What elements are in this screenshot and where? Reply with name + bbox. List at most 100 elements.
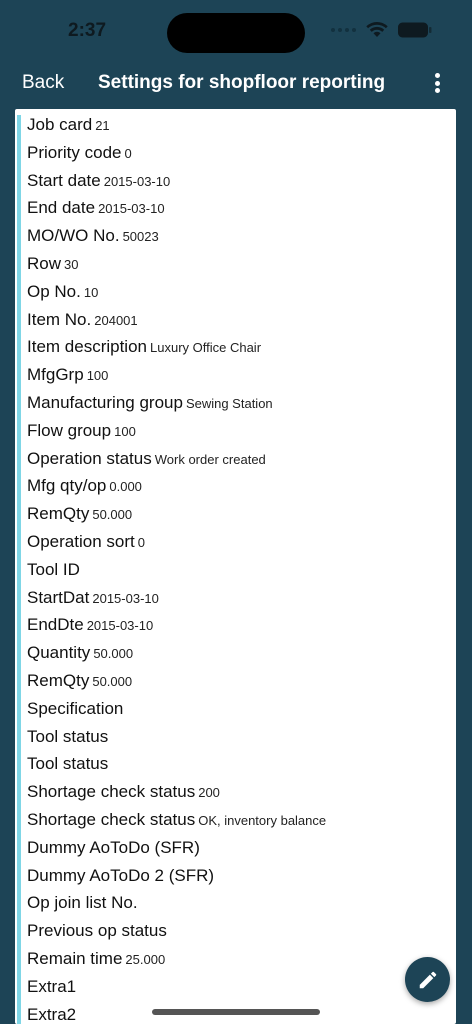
nav-bar: Back Settings for shopfloor reporting bbox=[0, 62, 472, 108]
field-row: Start date 2015-03-10 bbox=[27, 167, 452, 195]
field-label: RemQty bbox=[27, 670, 90, 690]
field-row: Flow group 100 bbox=[27, 417, 452, 445]
battery-icon bbox=[398, 22, 432, 38]
edit-fab-button[interactable] bbox=[405, 957, 450, 1002]
field-label: Op No. bbox=[27, 281, 81, 301]
field-value: 0.000 bbox=[109, 479, 142, 495]
field-row: Extra1 bbox=[27, 973, 452, 1001]
field-value: 0 bbox=[137, 534, 145, 550]
field-row: MO/WO No. 50023 bbox=[27, 222, 452, 250]
field-value: 2015-03-10 bbox=[86, 618, 154, 634]
field-list: Job card 21 Priority code 0 Start date 2015-0… bbox=[27, 111, 452, 1024]
wifi-icon bbox=[366, 22, 388, 37]
field-label: Tool ID bbox=[27, 559, 80, 579]
more-vertical-icon[interactable] bbox=[426, 70, 448, 96]
field-value: 50.000 bbox=[92, 673, 133, 689]
field-label: Tool status bbox=[27, 726, 109, 746]
field-label: Manufacturing group bbox=[27, 392, 183, 412]
field-value: OK, inventory balance bbox=[198, 812, 327, 828]
settings-card: Job card 21 Priority code 0 Start date 2015-0… bbox=[15, 109, 456, 1024]
home-indicator bbox=[152, 1009, 320, 1015]
field-value: 50.000 bbox=[93, 646, 134, 662]
field-row: Operation sort 0 bbox=[27, 528, 452, 556]
field-row: Dummy AoToDo (SFR) bbox=[27, 834, 452, 862]
accent-bar bbox=[17, 115, 21, 1024]
cellular-signal-icon bbox=[331, 28, 356, 32]
field-row: Dummy AoToDo 2 (SFR) bbox=[27, 862, 452, 890]
back-button[interactable]: Back bbox=[22, 72, 64, 94]
field-value: 2015-03-10 bbox=[103, 173, 171, 189]
dynamic-island bbox=[167, 13, 305, 53]
field-value: 0 bbox=[124, 145, 132, 161]
field-value: Luxury Office Chair bbox=[150, 340, 262, 356]
field-label: Op join list No. bbox=[27, 893, 138, 913]
page-title: Settings for shopfloor reporting bbox=[98, 72, 386, 93]
field-value: 100 bbox=[86, 368, 109, 384]
field-label: Dummy AoToDo 2 (SFR) bbox=[27, 865, 215, 885]
field-value: 204001 bbox=[94, 312, 138, 328]
field-label: Operation status bbox=[27, 448, 152, 468]
field-label: Flow group bbox=[27, 420, 112, 440]
app-screen: 2:37 Back Settings for shopfloor reporti… bbox=[0, 0, 472, 1024]
field-row: Tool status bbox=[27, 750, 452, 778]
field-label: End date bbox=[27, 198, 96, 218]
field-value: 21 bbox=[95, 118, 110, 133]
field-label: RemQty bbox=[27, 504, 90, 524]
field-value: 2015-03-10 bbox=[98, 201, 165, 217]
status-icons bbox=[331, 22, 432, 38]
field-row: Tool status bbox=[27, 723, 452, 751]
field-label: Priority code bbox=[27, 142, 122, 162]
field-row: MfgGrp 100 bbox=[27, 361, 452, 389]
field-label: MfgGrp bbox=[27, 365, 84, 385]
field-row: Op join list No. bbox=[27, 889, 452, 917]
field-value: 25.000 bbox=[125, 951, 166, 967]
field-value: 50023 bbox=[122, 229, 159, 245]
field-label: Operation sort bbox=[27, 531, 135, 551]
field-row: Operation status Work order created bbox=[27, 445, 452, 473]
field-row: Remain time 25.000 bbox=[27, 945, 452, 973]
field-row: Item description Luxury Office Chair bbox=[27, 333, 452, 361]
field-row: Shortage check status OK, inventory balan… bbox=[27, 806, 452, 834]
field-value: 100 bbox=[114, 423, 136, 439]
edit-pencil-icon bbox=[419, 971, 436, 988]
field-label: Dummy AoToDo (SFR) bbox=[27, 837, 200, 857]
field-value: Sewing Station bbox=[185, 395, 273, 411]
field-label: Tool status bbox=[27, 754, 109, 774]
field-label: Extra1 bbox=[27, 976, 77, 996]
field-label: Shortage check status bbox=[27, 809, 196, 829]
field-row: Item No. 204001 bbox=[27, 306, 452, 334]
field-label: Quantity bbox=[27, 643, 91, 663]
field-label: Row bbox=[27, 253, 62, 273]
field-label: Mfg qty/op bbox=[27, 476, 107, 496]
field-row: RemQty 50.000 bbox=[27, 667, 452, 695]
field-label: Specification bbox=[27, 698, 124, 718]
field-label: StartDat bbox=[27, 587, 90, 607]
field-row: Shortage check status 200 bbox=[27, 778, 452, 806]
field-row: End date 2015-03-10 bbox=[27, 194, 452, 222]
field-label: Item description bbox=[27, 337, 147, 357]
field-row: Op No. 10 bbox=[27, 278, 452, 306]
field-value: 200 bbox=[198, 785, 220, 801]
field-row: StartDat 2015-03-10 bbox=[27, 584, 452, 612]
field-row: Row 30 bbox=[27, 250, 452, 278]
field-row: Quantity 50.000 bbox=[27, 639, 452, 667]
field-row: Manufacturing group Sewing Station bbox=[27, 389, 452, 417]
status-bar: 2:37 bbox=[0, 0, 472, 62]
status-time: 2:37 bbox=[68, 20, 107, 41]
field-value: 50.000 bbox=[92, 507, 133, 523]
field-label: Remain time bbox=[27, 948, 123, 968]
field-value: Work order created bbox=[154, 451, 266, 467]
field-label: Start date bbox=[27, 170, 101, 190]
field-value: 30 bbox=[64, 256, 79, 272]
field-row: RemQty 50.000 bbox=[27, 500, 452, 528]
field-label: MO/WO No. bbox=[27, 226, 120, 246]
field-row: Tool ID bbox=[27, 556, 452, 584]
field-label: EndDte bbox=[27, 615, 84, 635]
field-label: Job card bbox=[27, 115, 93, 134]
field-row: Previous op status bbox=[27, 917, 452, 945]
field-label: Extra2 bbox=[27, 1004, 77, 1024]
field-row: Job card 21 bbox=[27, 111, 452, 139]
field-label: Shortage check status bbox=[27, 782, 196, 802]
field-row: Priority code 0 bbox=[27, 139, 452, 167]
field-row: Mfg qty/op 0.000 bbox=[27, 472, 452, 500]
